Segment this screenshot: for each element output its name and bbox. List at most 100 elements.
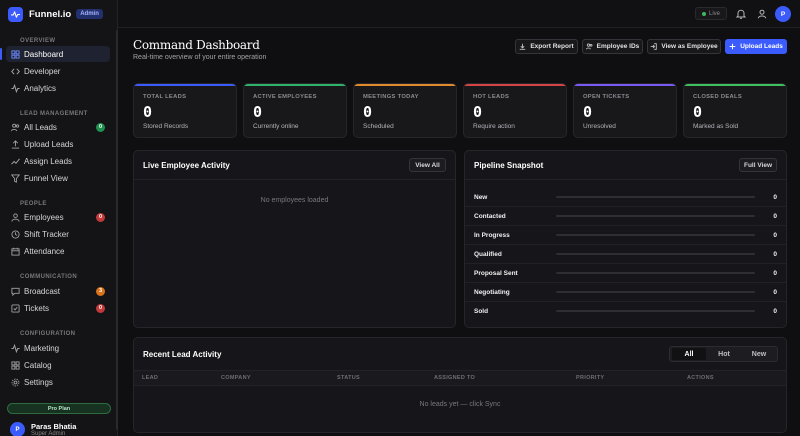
section-lead-management: LEAD MANAGEMENT xyxy=(20,111,88,117)
sidebar-item-tickets[interactable]: Tickets 0 xyxy=(6,300,110,316)
pipeline-stage: Qualified xyxy=(474,251,502,258)
avatar: P xyxy=(10,422,25,436)
pipeline-row[interactable]: Sold 0 xyxy=(465,302,786,321)
sidebar-item-all-leads[interactable]: All Leads 0 xyxy=(6,119,110,135)
sidebar-item-shift-tracker[interactable]: Shift Tracker xyxy=(6,226,110,242)
pipeline-count: 0 xyxy=(773,270,777,277)
sidebar-item-attendance[interactable]: Attendance xyxy=(6,243,110,259)
page-title: Command Dashboard xyxy=(133,38,260,52)
user-icon[interactable] xyxy=(756,8,767,19)
grid-icon xyxy=(10,49,20,59)
login-icon xyxy=(650,43,658,50)
pipeline-row[interactable]: Proposal Sent 0 xyxy=(465,264,786,283)
activity-icon xyxy=(10,83,20,93)
pipeline-count: 0 xyxy=(773,232,777,239)
avatar[interactable]: P xyxy=(775,6,791,22)
pipeline-row[interactable]: Contacted 0 xyxy=(465,207,786,226)
column-header[interactable]: ASSIGNED TO xyxy=(434,375,475,381)
pipeline-count: 0 xyxy=(773,251,777,258)
pipeline-row[interactable]: Negotiating 0 xyxy=(465,283,786,302)
tab-new[interactable]: New xyxy=(742,348,776,360)
sidebar-item-upload-leads[interactable]: Upload Leads xyxy=(6,136,110,152)
sidebar-item-developer[interactable]: Developer xyxy=(6,63,110,79)
admin-badge: Admin xyxy=(76,9,103,19)
sidebar-item-funnel-view[interactable]: Funnel View xyxy=(6,170,110,186)
employee-ids-button[interactable]: Employee IDs xyxy=(582,39,643,54)
sidebar-item-label: Broadcast xyxy=(24,286,61,296)
message-icon xyxy=(10,286,20,296)
live-label: Live xyxy=(708,10,720,17)
sidebar-item-assign-leads[interactable]: Assign Leads xyxy=(6,153,110,169)
column-header[interactable]: PRIORITY xyxy=(576,375,604,381)
export-report-button[interactable]: Export Report xyxy=(515,39,578,54)
download-icon xyxy=(519,43,526,50)
pulse-logo-icon xyxy=(8,6,23,22)
column-header[interactable]: ACTIONS xyxy=(687,375,714,381)
section-configuration: CONFIGURATION xyxy=(20,331,76,337)
view-as-employee-button[interactable]: View as Employee xyxy=(647,39,721,54)
panel-header: Pipeline Snapshot Full View xyxy=(465,151,786,180)
brand[interactable]: Funnel.io Admin xyxy=(0,0,117,28)
count-badge: 3 xyxy=(96,286,105,296)
pro-plan-badge[interactable]: Pro Plan xyxy=(7,403,111,414)
live-status: Live xyxy=(695,7,727,20)
view-all-button[interactable]: View All xyxy=(409,158,446,172)
pipeline-panel: Pipeline Snapshot Full View New 0 Contac… xyxy=(464,150,787,328)
tab-all[interactable]: All xyxy=(672,348,706,360)
funnel-icon xyxy=(10,173,20,183)
stat-value: 0 xyxy=(363,103,373,121)
upload-leads-button[interactable]: Upload Leads xyxy=(725,39,787,54)
button-label: Upload Leads xyxy=(740,43,783,50)
panel-header: Live Employee Activity View All xyxy=(134,151,455,180)
sidebar-item-settings[interactable]: Settings xyxy=(6,374,110,390)
stat-accent-bar xyxy=(354,84,456,86)
sidebar-item-label: Tickets xyxy=(24,303,50,313)
stat-card-active-employees: ACTIVE EMPLOYEES 0 Currently online xyxy=(243,83,347,138)
sidebar-item-marketing[interactable]: Marketing xyxy=(6,340,110,356)
stat-value: 0 xyxy=(583,103,593,121)
pipeline-count: 0 xyxy=(773,194,777,201)
stat-card-open-tickets: OPEN TICKETS 0 Unresolved xyxy=(573,83,677,138)
pulse-icon xyxy=(10,343,20,353)
stat-accent-bar xyxy=(134,84,236,86)
stat-label: ACTIVE EMPLOYEES xyxy=(253,94,317,100)
panel-title: Live Employee Activity xyxy=(143,161,230,170)
sidebar-item-catalog[interactable]: Catalog xyxy=(6,357,110,373)
pipeline-count: 0 xyxy=(773,289,777,296)
stat-value: 0 xyxy=(473,103,483,121)
stat-value: 0 xyxy=(693,103,703,121)
plus-icon xyxy=(729,43,736,50)
pipeline-row[interactable]: New 0 xyxy=(465,188,786,207)
sidebar-item-label: Developer xyxy=(24,66,61,76)
sidebar-item-employees[interactable]: Employees 0 xyxy=(6,209,110,225)
sidebar-item-label: Assign Leads xyxy=(24,156,73,166)
stat-card-total-leads: TOTAL LEADS 0 Stored Records xyxy=(133,83,237,138)
column-header[interactable]: COMPANY xyxy=(221,375,251,381)
grid-icon xyxy=(10,360,20,370)
pipeline-bar xyxy=(556,234,755,236)
pipeline-row[interactable]: Qualified 0 xyxy=(465,245,786,264)
pipeline-bar xyxy=(556,253,755,255)
stat-description: Require action xyxy=(473,123,515,130)
sidebar-item-dashboard[interactable]: Dashboard xyxy=(0,46,110,62)
panel-title: Pipeline Snapshot xyxy=(474,161,544,170)
sidebar-scrollbar[interactable] xyxy=(116,30,118,430)
sidebar-item-analytics[interactable]: Analytics xyxy=(6,80,110,96)
sidebar-item-label: Upload Leads xyxy=(24,139,74,149)
user-profile[interactable]: P Paras Bhatia Super Admin xyxy=(10,422,76,436)
code-icon xyxy=(10,66,20,76)
user-icon xyxy=(10,212,20,222)
stat-label: CLOSED DEALS xyxy=(693,94,743,100)
users-icon xyxy=(10,122,20,132)
bell-icon[interactable] xyxy=(735,8,746,19)
pipeline-row[interactable]: In Progress 0 xyxy=(465,226,786,245)
panel-title: Recent Lead Activity xyxy=(143,350,222,359)
sidebar-item-broadcast[interactable]: Broadcast 3 xyxy=(6,283,110,299)
tab-hot[interactable]: Hot xyxy=(707,348,741,360)
column-header[interactable]: LEAD xyxy=(142,375,158,381)
full-view-button[interactable]: Full View xyxy=(739,158,777,172)
section-people: PEOPLE xyxy=(20,201,47,207)
sidebar: Funnel.io Admin OVERVIEW Dashboard Devel… xyxy=(0,0,118,436)
section-overview: OVERVIEW xyxy=(20,38,56,44)
column-header[interactable]: STATUS xyxy=(337,375,360,381)
